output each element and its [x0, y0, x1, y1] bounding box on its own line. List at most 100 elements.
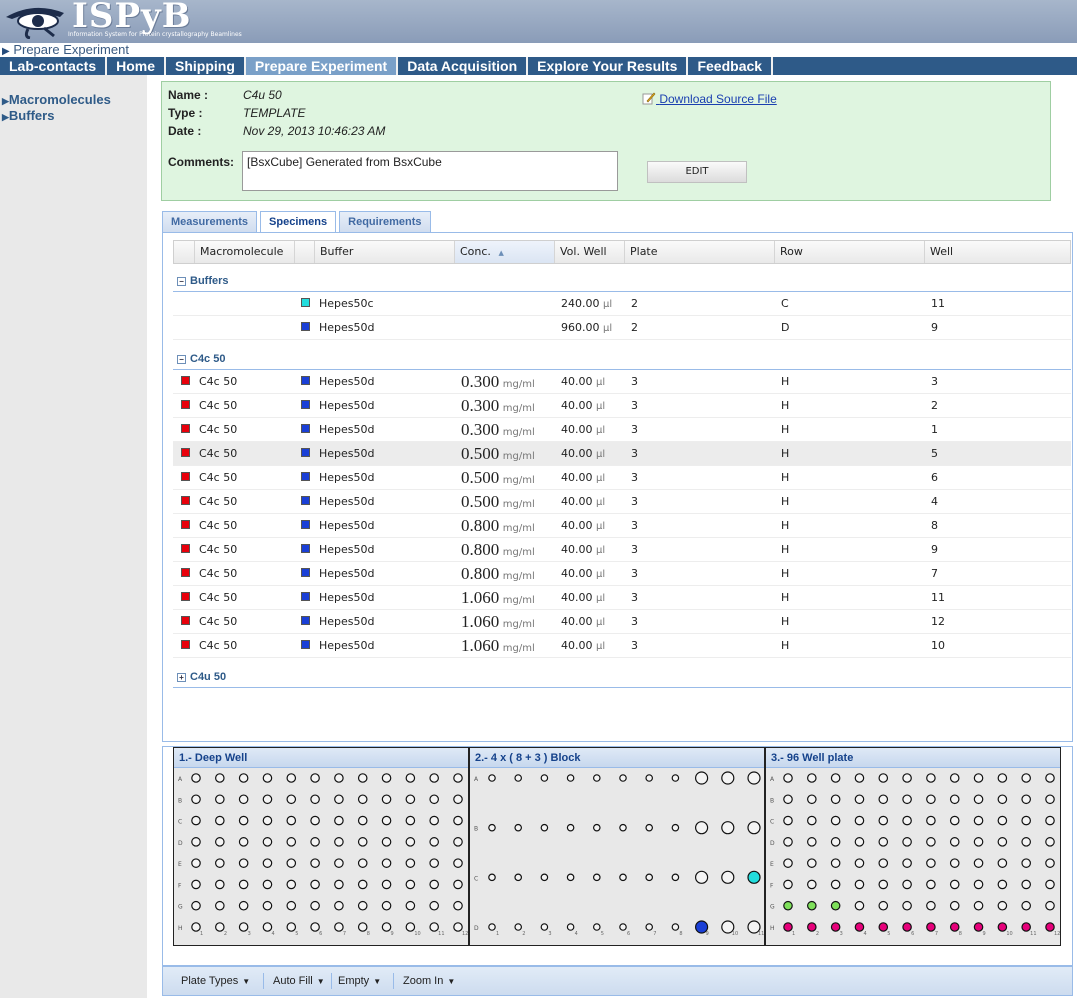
well-G6[interactable]: [902, 900, 912, 911]
well-C12[interactable]: [453, 815, 463, 826]
nav-item-feedback[interactable]: Feedback: [688, 57, 774, 75]
comments-field[interactable]: [BsxCube] Generated from BsxCube: [242, 151, 618, 191]
well-C1[interactable]: [488, 873, 496, 882]
well-B3[interactable]: [540, 823, 549, 832]
well-A2[interactable]: [514, 774, 523, 782]
well-H9[interactable]: [381, 922, 392, 932]
well-F9[interactable]: [381, 879, 392, 890]
table-row[interactable]: Hepes50d 960.00 µl 2 D 9: [173, 316, 1071, 340]
well-E10[interactable]: [997, 858, 1008, 868]
well-E9[interactable]: [381, 858, 392, 868]
well-G10[interactable]: [997, 900, 1008, 911]
table-row[interactable]: C4c 50 Hepes50d 0.500 mg/ml 40.00 µl 3 H 5: [173, 442, 1071, 466]
well-F12[interactable]: [1045, 879, 1055, 890]
well-E2[interactable]: [807, 858, 817, 868]
well-A6[interactable]: [902, 773, 912, 783]
well-B2[interactable]: [215, 794, 225, 805]
nav-item-explore-your-results[interactable]: Explore Your Results: [528, 57, 689, 75]
well-G5[interactable]: [286, 900, 297, 911]
collapse-icon[interactable]: −: [177, 277, 186, 286]
well-D6[interactable]: [310, 837, 320, 847]
well-H8[interactable]: [357, 922, 368, 932]
well-B10[interactable]: [721, 821, 735, 835]
well-A9[interactable]: [695, 771, 709, 785]
well-C10[interactable]: [997, 815, 1008, 826]
well-A10[interactable]: [997, 773, 1008, 783]
well-G2[interactable]: [215, 900, 225, 911]
well-A7[interactable]: [926, 773, 936, 783]
nav-item-home[interactable]: Home: [107, 57, 167, 75]
well-C6[interactable]: [310, 815, 320, 826]
well-A11[interactable]: [747, 771, 761, 785]
well-B7[interactable]: [334, 794, 344, 805]
well-E11[interactable]: [1021, 858, 1031, 868]
well-C1[interactable]: [191, 815, 201, 826]
well-E7[interactable]: [334, 858, 344, 868]
well-D1[interactable]: [488, 923, 496, 931]
well-B10[interactable]: [405, 794, 416, 805]
well-C2[interactable]: [215, 815, 225, 826]
well-A10[interactable]: [405, 773, 416, 783]
well-A9[interactable]: [973, 773, 984, 783]
well-B10[interactable]: [997, 794, 1008, 805]
well-F3[interactable]: [238, 879, 249, 890]
well-G12[interactable]: [453, 900, 463, 911]
well-C4[interactable]: [854, 815, 865, 826]
header-conc[interactable]: Conc. ▲: [454, 241, 554, 263]
well-A11[interactable]: [429, 773, 439, 783]
well-C5[interactable]: [286, 815, 297, 826]
well-B5[interactable]: [878, 794, 889, 805]
tab-measurements[interactable]: Measurements: [162, 211, 258, 233]
well-G12[interactable]: [1045, 900, 1055, 911]
well-G11[interactable]: [429, 900, 439, 911]
well-A1[interactable]: [191, 773, 201, 783]
well-F10[interactable]: [405, 879, 416, 890]
well-E2[interactable]: [215, 858, 225, 868]
well-B6[interactable]: [619, 823, 627, 832]
well-C3[interactable]: [540, 873, 549, 882]
well-A7[interactable]: [334, 773, 344, 783]
well-D7[interactable]: [926, 837, 936, 847]
table-row[interactable]: C4c 50 Hepes50d 0.800 mg/ml 40.00 µl 3 H 9: [173, 538, 1071, 562]
well-H7[interactable]: [926, 922, 936, 932]
well-E5[interactable]: [286, 858, 297, 868]
well-A2[interactable]: [807, 773, 817, 783]
well-C2[interactable]: [514, 873, 523, 882]
well-H2[interactable]: [807, 922, 817, 932]
well-B1[interactable]: [488, 823, 496, 832]
well-G9[interactable]: [973, 900, 984, 911]
well-A5[interactable]: [286, 773, 297, 783]
well-G1[interactable]: [191, 900, 201, 911]
well-H9[interactable]: [973, 922, 984, 932]
well-E12[interactable]: [1045, 858, 1055, 868]
well-D1[interactable]: [191, 837, 201, 847]
well-E9[interactable]: [973, 858, 984, 868]
well-D2[interactable]: [514, 923, 523, 931]
sidebar-item-macromolecules[interactable]: ▶Macromolecules: [0, 92, 147, 108]
well-F3[interactable]: [830, 879, 841, 890]
well-C12[interactable]: [1045, 815, 1055, 826]
well-G4[interactable]: [262, 900, 273, 911]
well-H10[interactable]: [997, 922, 1008, 932]
well-B3[interactable]: [238, 794, 249, 805]
header-macromolecule[interactable]: Macromolecule: [194, 241, 294, 263]
well-A9[interactable]: [381, 773, 392, 783]
well-H1[interactable]: [191, 922, 201, 932]
well-E6[interactable]: [310, 858, 320, 868]
well-H7[interactable]: [334, 922, 344, 932]
well-A4[interactable]: [566, 774, 575, 782]
well-A10[interactable]: [721, 771, 735, 785]
well-B11[interactable]: [429, 794, 439, 805]
well-F7[interactable]: [926, 879, 936, 890]
well-C10[interactable]: [721, 870, 735, 884]
well-E3[interactable]: [238, 858, 249, 868]
well-H6[interactable]: [310, 922, 320, 932]
well-C6[interactable]: [619, 873, 627, 882]
well-D9[interactable]: [381, 837, 392, 847]
well-E1[interactable]: [783, 858, 793, 868]
well-B7[interactable]: [926, 794, 936, 805]
well-G2[interactable]: [807, 900, 817, 911]
well-A3[interactable]: [830, 773, 841, 783]
well-G1[interactable]: [783, 900, 793, 911]
well-C9[interactable]: [973, 815, 984, 826]
